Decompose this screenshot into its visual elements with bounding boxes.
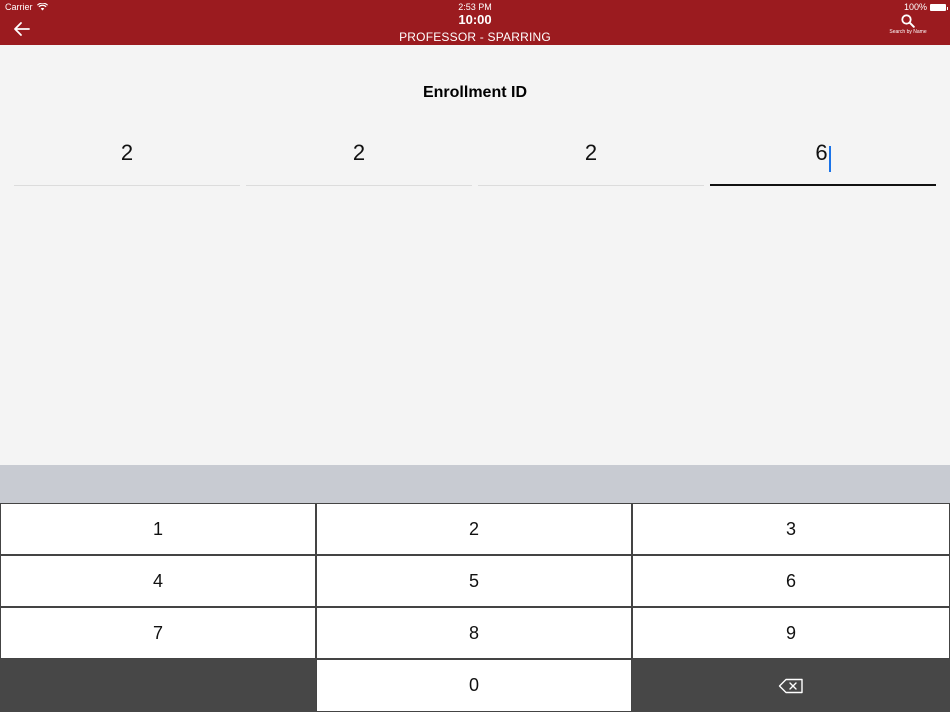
digit-value: 2 (352, 140, 366, 165)
page-title: 10:00 (458, 12, 492, 27)
text-cursor (828, 146, 831, 173)
battery-icon (930, 3, 948, 11)
key-4[interactable]: 4 (0, 555, 316, 607)
key-2[interactable]: 2 (316, 503, 632, 555)
status-clock: 2:53 PM (458, 2, 492, 12)
digit-value: 6 (815, 140, 828, 165)
page-subtitle: PROFESSOR - SPARRING (399, 30, 551, 44)
battery-percent: 100% (903, 2, 927, 12)
search-icon (901, 14, 915, 28)
key-0[interactable]: 0 (316, 659, 632, 712)
key-8[interactable]: 8 (316, 607, 632, 659)
digit-value: 2 (584, 140, 598, 165)
key-6[interactable]: 6 (632, 555, 950, 607)
search-by-name-button[interactable]: Search by Name (884, 14, 932, 42)
enrollment-digit-3[interactable]: 2 (478, 130, 704, 186)
keyboard-accessory-bar (0, 465, 950, 504)
key-7[interactable]: 7 (0, 607, 316, 659)
search-label: Search by Name (889, 29, 927, 35)
status-bar-right: 100% (903, 2, 948, 12)
enrollment-digit-1[interactable]: 2 (14, 130, 240, 186)
digit-value: 2 (120, 140, 134, 165)
key-empty (0, 659, 316, 712)
backspace-key[interactable] (632, 659, 950, 712)
enrollment-digit-2[interactable]: 2 (246, 130, 472, 186)
key-9[interactable]: 9 (632, 607, 950, 659)
key-1[interactable]: 1 (0, 503, 316, 555)
key-5[interactable]: 5 (316, 555, 632, 607)
app-header: Carrier 2:53 PM 100% 10:00 PROFESSOR - S… (0, 0, 950, 45)
backspace-icon (778, 678, 803, 693)
enrollment-digit-4[interactable]: 6 (710, 130, 936, 186)
numeric-keypad: 1 2 3 4 5 6 7 8 9 0 (0, 503, 950, 712)
enrollment-id-label: Enrollment ID (422, 84, 527, 101)
key-3[interactable]: 3 (632, 503, 950, 555)
